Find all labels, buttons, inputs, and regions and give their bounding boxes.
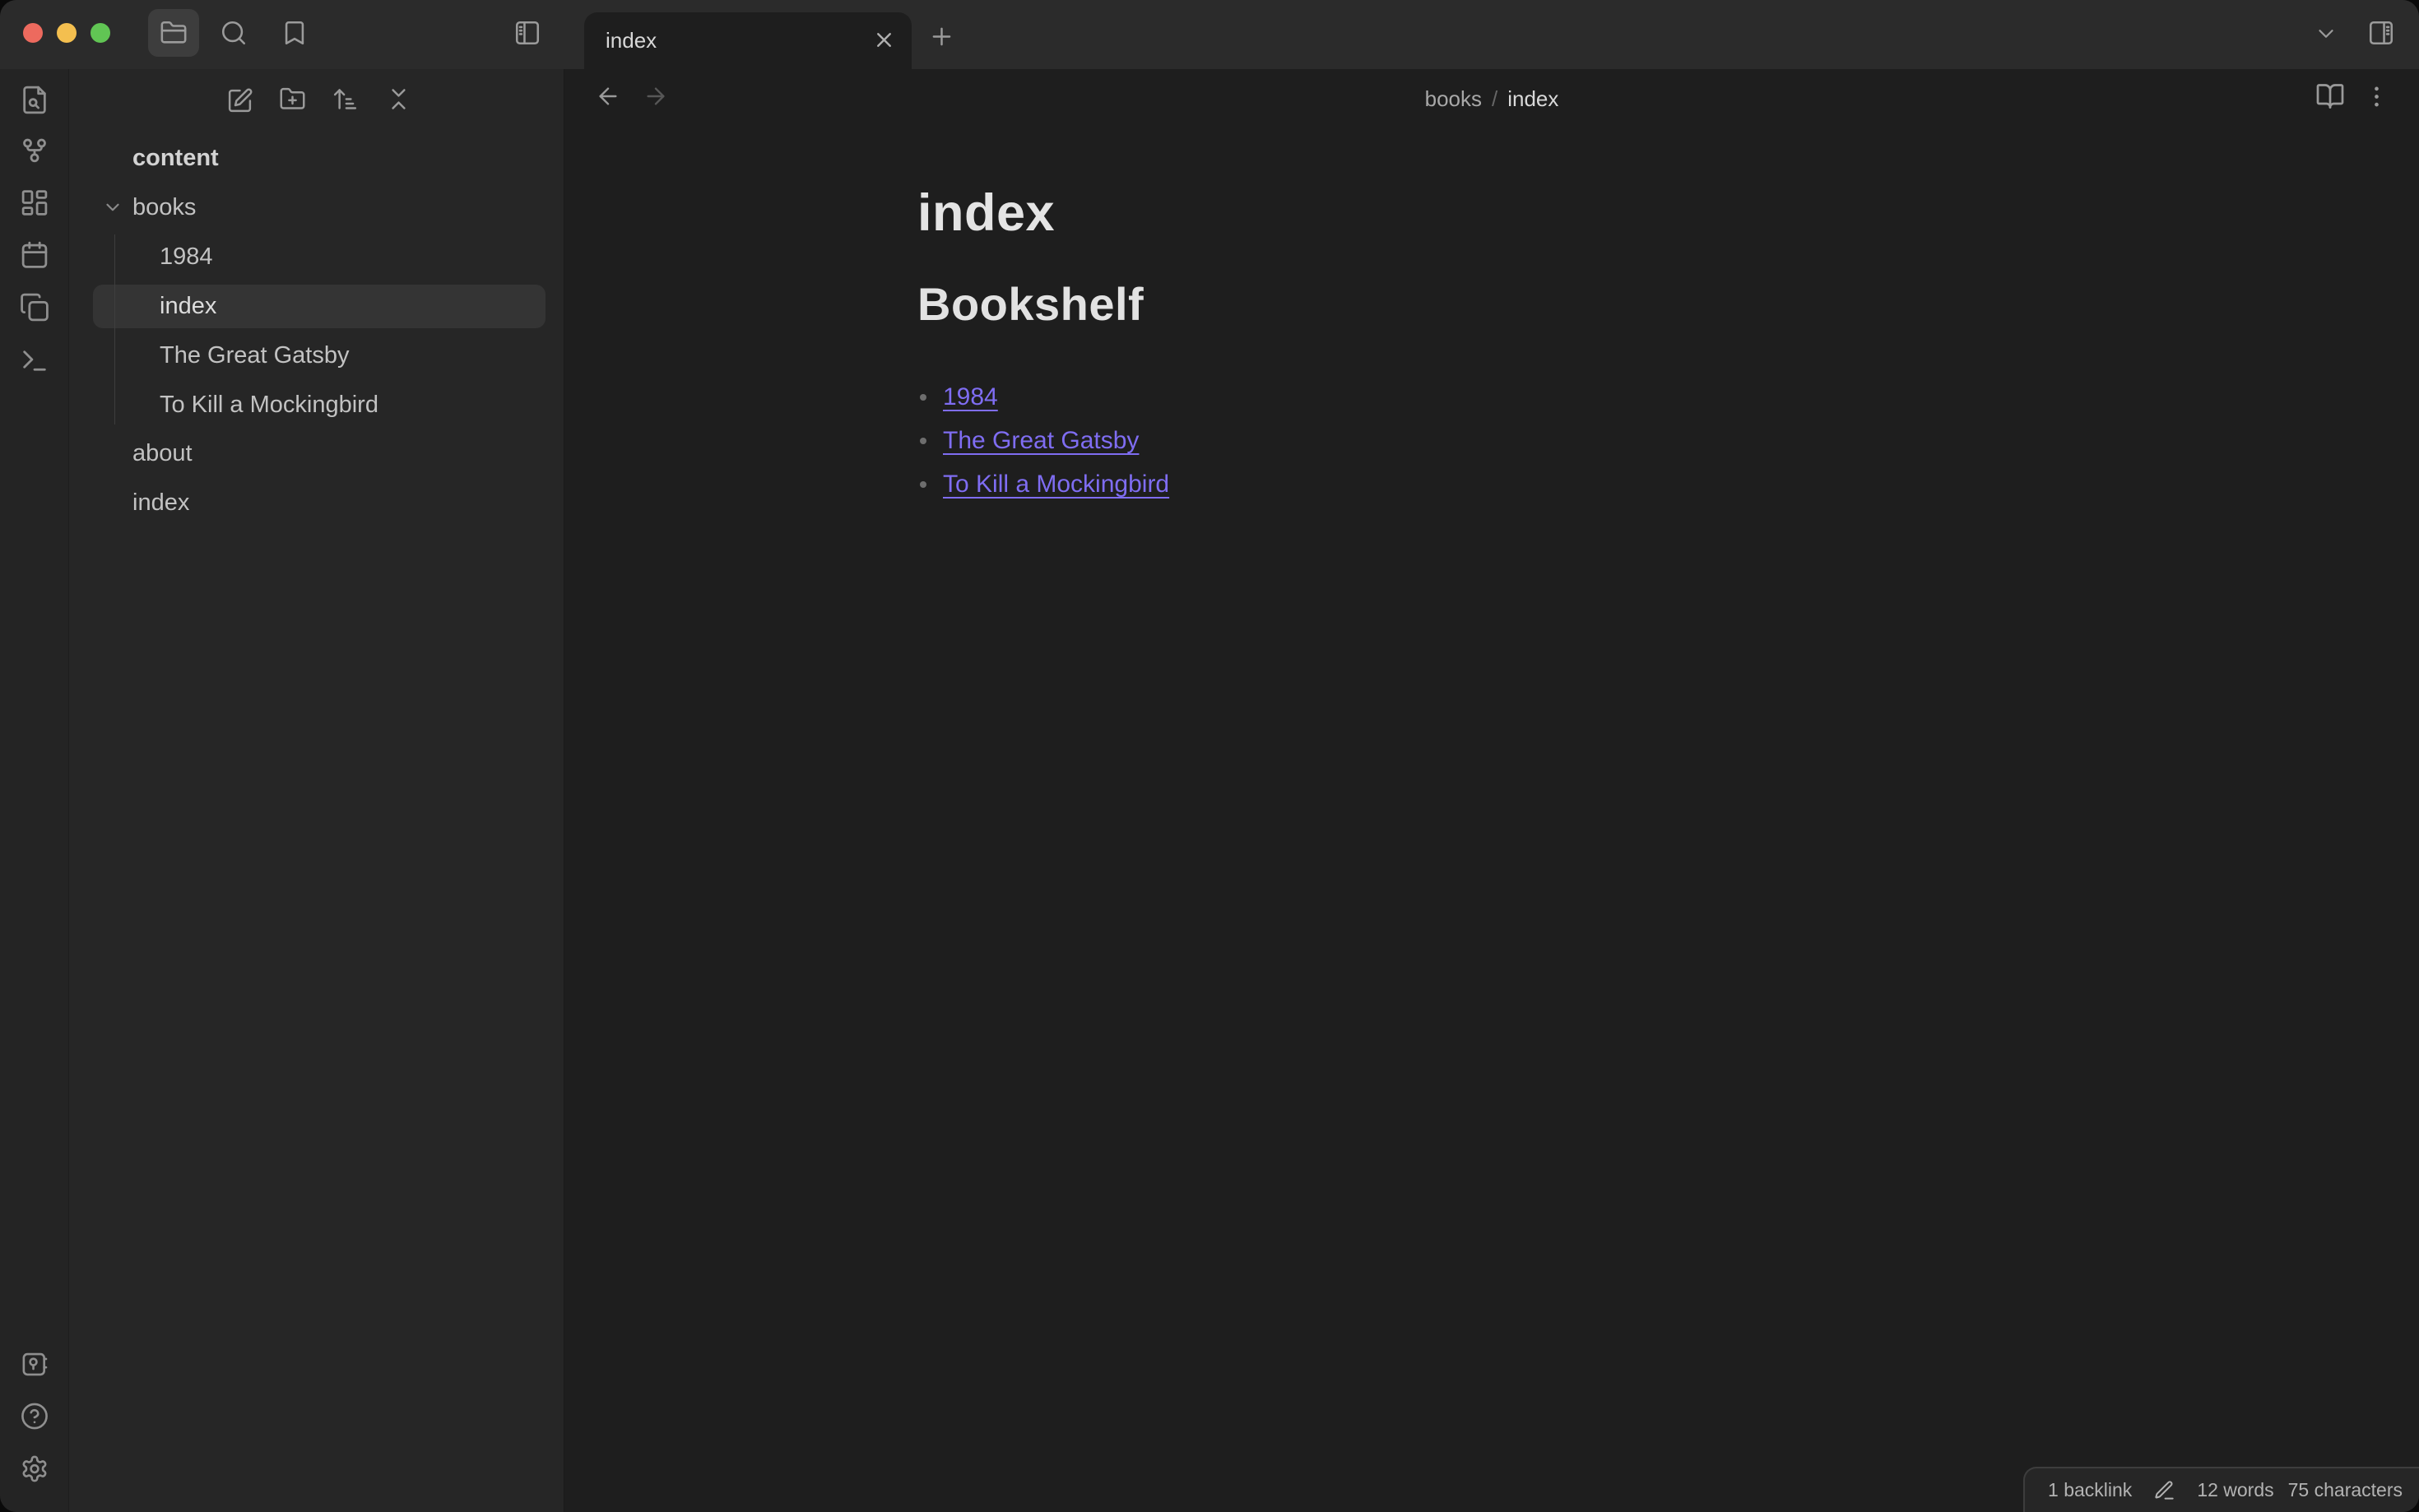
internal-link-1984[interactable]: 1984 <box>943 383 998 410</box>
settings-gear-icon[interactable] <box>21 1454 49 1483</box>
graph-view-icon[interactable] <box>20 135 50 165</box>
titlebar: index <box>0 0 2419 69</box>
panel-right-icon <box>2367 19 2395 47</box>
file-label: index <box>160 292 217 319</box>
internal-link-the-great-gatsby[interactable]: The Great Gatsby <box>943 427 1139 454</box>
search-icon <box>220 19 248 47</box>
more-options-icon[interactable] <box>2363 83 2390 110</box>
new-note-icon[interactable] <box>226 87 253 114</box>
tree-file-index-root[interactable]: index <box>69 478 564 527</box>
tree-file-about[interactable]: about <box>69 429 564 478</box>
view-header: books / index <box>564 69 2419 128</box>
file-label: The Great Gatsby <box>160 341 350 369</box>
status-bar: 1 backlink 12 words 75 characters <box>2023 1467 2419 1512</box>
window-controls <box>23 23 110 43</box>
file-explorer-sidebar: content books 1984 index The Great Gatsb… <box>69 69 564 1512</box>
files-tool-button[interactable] <box>148 9 199 57</box>
tree-file-1984[interactable]: 1984 <box>69 232 564 281</box>
internal-link-to-kill-a-mockingbird[interactable]: To Kill a Mockingbird <box>943 471 1169 498</box>
vault-name-label: content <box>132 144 219 171</box>
terminal-icon[interactable] <box>20 346 50 376</box>
tab-close-icon[interactable] <box>872 28 896 52</box>
tab-index[interactable]: index <box>584 12 912 69</box>
vault-title: content <box>69 133 564 183</box>
sort-order-icon[interactable] <box>332 86 359 113</box>
plus-icon <box>928 23 955 50</box>
new-tab-button[interactable] <box>928 23 955 50</box>
note-heading: Bookshelf <box>917 278 1144 330</box>
backlink-count[interactable]: 1 backlink <box>2048 1479 2132 1501</box>
file-label: 1984 <box>160 243 213 270</box>
ribbon <box>0 69 69 1512</box>
breadcrumb-separator: / <box>1492 86 1498 111</box>
tab-list-dropdown-button[interactable] <box>2314 21 2338 46</box>
left-sidebar-toggle-button[interactable] <box>513 19 541 47</box>
close-window-button[interactable] <box>23 23 43 43</box>
app-window: index content books 1984 index The Great… <box>0 0 2419 1512</box>
bookmark-icon <box>281 19 309 47</box>
reading-mode-icon[interactable] <box>2315 81 2345 111</box>
editor-pane: books / index index Bookshelf 1984 The G… <box>564 69 2419 1512</box>
chevron-down-icon[interactable] <box>102 197 123 218</box>
new-folder-icon[interactable] <box>279 86 306 113</box>
list-item: 1984 <box>919 375 1169 419</box>
tree-file-the-great-gatsby[interactable]: The Great Gatsby <box>69 331 564 380</box>
bookmarks-tool-button[interactable] <box>281 19 309 47</box>
vault-switcher-icon[interactable] <box>21 1350 49 1379</box>
help-icon[interactable] <box>21 1402 49 1431</box>
minimize-window-button[interactable] <box>57 23 77 43</box>
folder-label: books <box>132 193 197 220</box>
file-label: about <box>132 439 193 466</box>
note-link-list: 1984 The Great Gatsby To Kill a Mockingb… <box>919 375 1169 506</box>
list-item: The Great Gatsby <box>919 419 1169 462</box>
calendar-icon[interactable] <box>20 240 50 271</box>
tree-file-to-kill-a-mockingbird[interactable]: To Kill a Mockingbird <box>69 380 564 429</box>
file-tree: content books 1984 index The Great Gatsb… <box>69 138 564 1512</box>
zoom-window-button[interactable] <box>91 23 110 43</box>
breadcrumb-parent[interactable]: books <box>1425 86 1482 112</box>
character-count: 75 characters <box>2287 1479 2403 1500</box>
folder-icon <box>160 19 188 47</box>
right-sidebar-toggle-button[interactable] <box>2367 19 2395 47</box>
tree-file-index-selected[interactable]: index <box>69 281 564 331</box>
search-tool-button[interactable] <box>220 19 248 47</box>
collapse-all-icon[interactable] <box>385 86 412 113</box>
note-content: index Bookshelf 1984 The Great Gatsby To… <box>564 128 2419 1512</box>
list-item: To Kill a Mockingbird <box>919 462 1169 506</box>
panel-left-icon <box>513 19 541 47</box>
note-inline-title: index <box>917 184 1056 242</box>
breadcrumb-current[interactable]: index <box>1507 86 1558 112</box>
file-label: To Kill a Mockingbird <box>160 391 378 418</box>
chevron-down-icon <box>2314 21 2338 46</box>
breadcrumb: books / index <box>564 69 2419 128</box>
layout-dashboard-icon[interactable] <box>20 188 50 218</box>
edit-mode-pencil-icon[interactable] <box>2153 1479 2175 1501</box>
tree-folder-books[interactable]: books <box>69 183 564 232</box>
file-search-icon[interactable] <box>20 85 50 115</box>
copy-icon[interactable] <box>20 292 50 322</box>
file-label: index <box>132 489 190 516</box>
word-count: 12 words <box>2197 1479 2274 1500</box>
tab-title: index <box>606 28 657 53</box>
